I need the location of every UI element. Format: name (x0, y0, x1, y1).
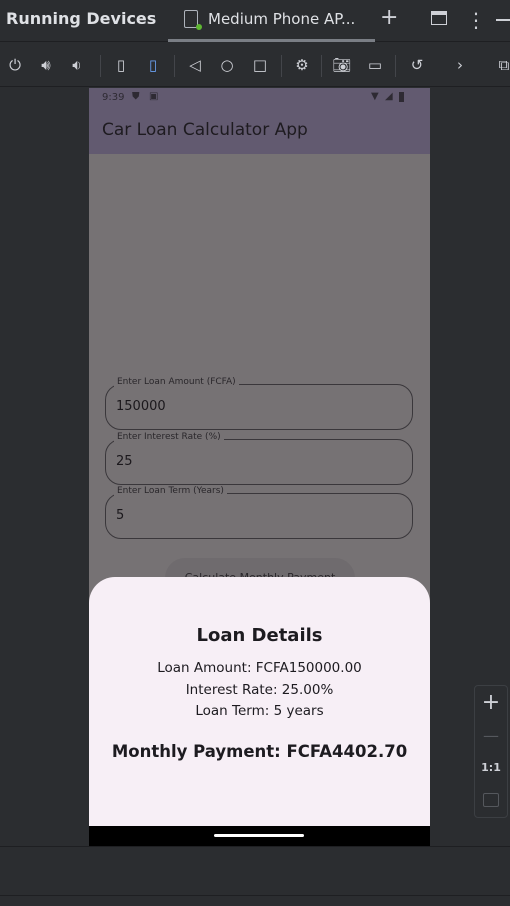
signal-icon: ◢ (385, 91, 393, 102)
status-bar: 9:39 ⛊ ▣ ▼ ◢ (89, 88, 430, 108)
camera-icon[interactable]: 📷︎ (332, 55, 352, 75)
loan-term-text: Loan Term: 5 years (195, 703, 324, 719)
loan-term-field[interactable]: Enter Loan Term (Years) 5 (105, 486, 413, 539)
app-title: Car Loan Calculator App (102, 120, 308, 140)
volume-up-icon[interactable]: 🔊︎ (36, 55, 56, 75)
panel-header: Running Devices Medium Phone AP... + ⋮ (0, 0, 510, 42)
window-icon[interactable] (431, 11, 447, 25)
actual-size-button[interactable]: 1:1 (475, 761, 507, 774)
fit-screen-icon[interactable] (483, 793, 499, 807)
loan-details-sheet: Loan Details Loan Amount: FCFA150000.00 … (89, 577, 430, 826)
bottom-panel (0, 846, 510, 896)
field-label: Enter Loan Amount (FCFA) (114, 377, 239, 387)
gesture-handle[interactable] (214, 834, 304, 837)
status-time: 9:39 (102, 92, 125, 103)
video-icon[interactable]: ▭ (365, 55, 385, 75)
device-settings-icon[interactable]: ⚙ (292, 55, 312, 75)
panel-title: Running Devices (6, 9, 157, 28)
rotate-right-icon[interactable]: ▯ (143, 55, 163, 75)
field-label: Enter Interest Rate (%) (114, 432, 224, 442)
zoom-controls: + — 1:1 (474, 685, 508, 818)
plus-icon[interactable]: + (380, 5, 398, 30)
power-icon[interactable]: ⏻ (5, 55, 25, 75)
field-value: 5 (116, 508, 125, 523)
field-label: Enter Loan Term (Years) (114, 486, 227, 496)
zoom-in-button[interactable]: + (475, 690, 507, 715)
monthly-payment-text: Monthly Payment: FCFA4402.70 (111, 742, 408, 761)
zoom-out-button[interactable]: — (475, 726, 507, 745)
loan-amount-field[interactable]: Enter Loan Amount (FCFA) 150000 (105, 377, 413, 430)
home-icon[interactable]: ○ (217, 55, 237, 75)
chevron-right-icon[interactable]: › (450, 55, 470, 75)
back-icon[interactable]: ◁ (185, 55, 205, 75)
field-value: 25 (116, 454, 133, 469)
loan-amount-text: Loan Amount: FCFA150000.00 (157, 660, 362, 676)
device-tab-label: Medium Phone AP... (208, 10, 356, 28)
interest-rate-field[interactable]: Enter Interest Rate (%) 25 (105, 432, 413, 485)
interest-rate-text: Interest Rate: 25.00% (185, 682, 334, 698)
overview-icon[interactable]: □ (250, 55, 270, 75)
device-tab[interactable]: Medium Phone AP... (168, 0, 375, 42)
device-icon (184, 10, 202, 30)
more-vert-icon[interactable]: ⋮ (466, 8, 486, 32)
device-frame-icon[interactable]: ⧉ (494, 55, 510, 75)
wifi-icon: ▼ (371, 91, 379, 102)
image-icon: ▣ (149, 91, 159, 102)
field-value: 150000 (116, 399, 166, 414)
app-bar: Car Loan Calculator App (89, 108, 430, 154)
minimize-icon[interactable] (496, 19, 510, 21)
navigation-bar (89, 826, 430, 846)
volume-down-icon[interactable]: 🔉︎ (67, 55, 87, 75)
rotate-left-icon[interactable]: ▯ (111, 55, 131, 75)
reset-icon[interactable]: ↺ (407, 55, 427, 75)
battery-icon (399, 92, 404, 102)
device-screen[interactable]: 9:39 ⛊ ▣ ▼ ◢ Car Loan Calculator App Ent… (89, 88, 430, 846)
device-toolbar: ⏻ 🔊︎ 🔉︎ ▯ ▯ ◁ ○ □ ⚙ 📷︎ ▭ ↺ › ⧉ (0, 43, 510, 87)
sheet-title: Loan Details (196, 625, 323, 646)
shield-icon: ⛊ (132, 91, 140, 102)
